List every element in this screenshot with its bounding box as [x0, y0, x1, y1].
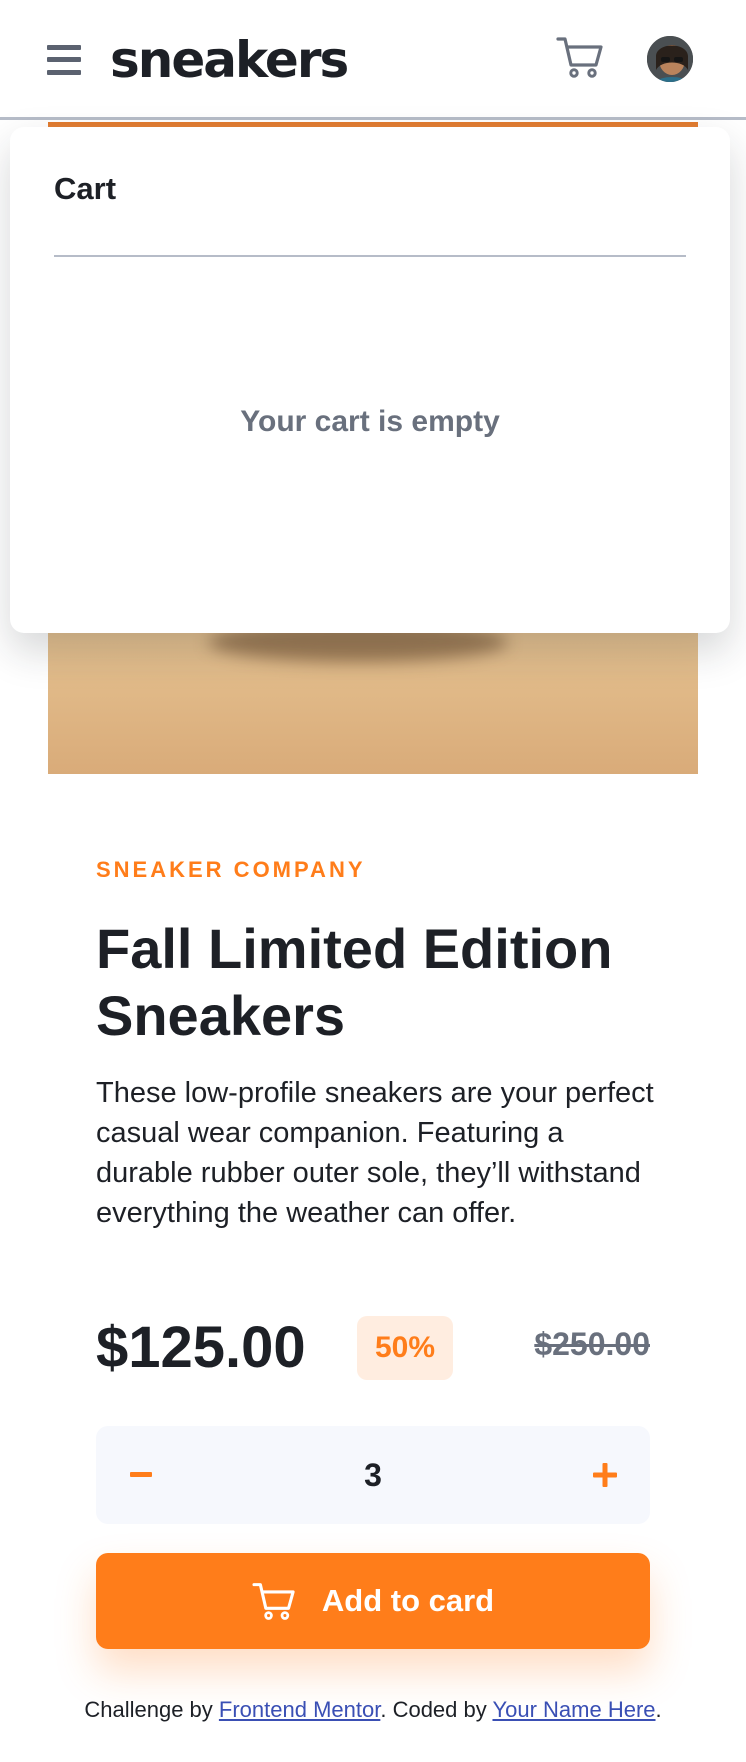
- author-link[interactable]: Your Name Here: [492, 1697, 655, 1722]
- avatar-image: [647, 36, 693, 82]
- cart-dropdown: Cart Your cart is empty: [10, 127, 730, 633]
- decrease-quantity-button[interactable]: [96, 1426, 186, 1524]
- minus-icon: [130, 1472, 152, 1477]
- add-to-cart-button[interactable]: Add to card: [96, 1553, 650, 1649]
- logo[interactable]: sneakers: [110, 30, 349, 90]
- product-description: These low-profile sneakers are your perf…: [96, 1077, 654, 1229]
- attribution-middle: . Coded by: [380, 1697, 493, 1722]
- increase-quantity-button[interactable]: [560, 1426, 650, 1524]
- original-price: $250.00: [534, 1326, 650, 1362]
- cart-divider: [54, 255, 686, 257]
- attribution-prefix: Challenge by: [84, 1697, 219, 1722]
- hamburger-menu-icon[interactable]: [47, 45, 81, 75]
- discount-badge: 50%: [357, 1316, 453, 1380]
- cart-title: Cart: [54, 171, 117, 206]
- product-title: Fall Limited Edition Sneakers: [96, 917, 613, 1047]
- cart-empty-message: Your cart is empty: [240, 405, 500, 438]
- user-avatar[interactable]: [645, 34, 695, 84]
- cart-icon[interactable]: [556, 35, 604, 79]
- current-price: $125.00: [96, 1315, 306, 1380]
- attribution-suffix: .: [655, 1697, 662, 1722]
- product-page: sneakers Cart Your cart is empty SNEAKER…: [0, 0, 746, 1762]
- frontend-mentor-link[interactable]: Frontend Mentor: [219, 1697, 380, 1722]
- site-header: sneakers: [0, 0, 746, 120]
- attribution: Challenge by Frontend Mentor. Coded by Y…: [0, 1697, 746, 1723]
- cart-icon: [252, 1583, 295, 1620]
- company-name: SNEAKER COMPANY: [96, 857, 366, 882]
- add-to-cart-label: Add to card: [321, 1583, 495, 1618]
- plus-icon: [593, 1463, 617, 1487]
- quantity-stepper: 3: [96, 1426, 650, 1524]
